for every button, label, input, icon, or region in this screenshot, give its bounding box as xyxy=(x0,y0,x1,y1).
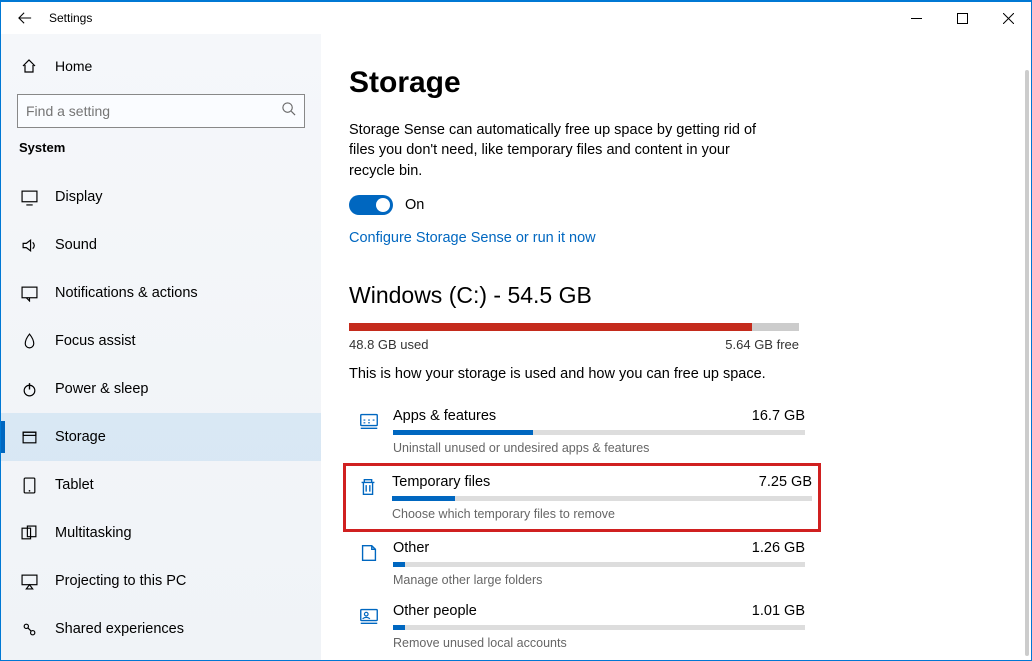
sidebar-item-storage[interactable]: Storage xyxy=(1,413,321,461)
sidebar-item-label: Storage xyxy=(55,429,106,445)
category-bar-fill xyxy=(393,625,405,630)
back-button[interactable] xyxy=(1,2,49,34)
storage-sense-toggle[interactable] xyxy=(349,195,393,215)
home-label: Home xyxy=(55,58,92,74)
category-label: Other people xyxy=(393,603,477,619)
close-icon xyxy=(1003,13,1014,24)
sound-icon xyxy=(19,237,39,254)
category-size: 1.01 GB xyxy=(752,603,805,619)
tablet-icon xyxy=(19,477,39,494)
category-label: Apps & features xyxy=(393,408,496,424)
home-nav[interactable]: Home xyxy=(1,46,321,86)
page-title: Storage xyxy=(349,66,1003,100)
sidebar-item-multitasking[interactable]: Multitasking xyxy=(1,509,321,557)
sidebar-item-projecting[interactable]: Projecting to this PC xyxy=(1,557,321,605)
sidebar-item-label: Sound xyxy=(55,237,97,253)
category-other[interactable]: Other 1.26 GB Manage other large folders xyxy=(349,532,809,595)
category-sub: Remove unused local accounts xyxy=(393,636,805,650)
configure-link[interactable]: Configure Storage Sense or run it now xyxy=(349,230,596,246)
sidebar-item-shared[interactable]: Shared experiences xyxy=(1,605,321,653)
drive-free-label: 5.64 GB free xyxy=(725,337,799,352)
drive-usage-fill xyxy=(349,323,752,331)
minimize-button[interactable] xyxy=(893,2,939,34)
storage-icon xyxy=(19,429,39,446)
maximize-button[interactable] xyxy=(939,2,985,34)
power-icon xyxy=(19,381,39,398)
drive-desc: This is how your storage is used and how… xyxy=(349,366,1003,382)
sidebar-item-label: Shared experiences xyxy=(55,621,184,637)
category-bar-fill xyxy=(392,496,455,501)
category-sub: Uninstall unused or undesired apps & fea… xyxy=(393,441,805,455)
drive-usage-bar xyxy=(349,323,799,331)
titlebar: Settings xyxy=(1,2,1031,34)
sidebar-item-power[interactable]: Power & sleep xyxy=(1,365,321,413)
category-bar-fill xyxy=(393,430,533,435)
people-icon xyxy=(353,605,385,627)
projecting-icon xyxy=(19,573,39,590)
category-bar xyxy=(393,562,805,567)
category-bar xyxy=(393,625,805,630)
sidebar-item-label: Power & sleep xyxy=(55,381,149,397)
shared-icon xyxy=(19,621,39,638)
sidebar-item-display[interactable]: Display xyxy=(1,173,321,221)
category-size: 7.25 GB xyxy=(759,474,812,490)
search-input[interactable] xyxy=(26,103,281,119)
sidebar-item-label: Notifications & actions xyxy=(55,285,198,301)
notifications-icon xyxy=(19,285,39,302)
sidebar-item-label: Tablet xyxy=(55,477,94,493)
category-people[interactable]: Other people 1.01 GB Remove unused local a… xyxy=(349,595,809,658)
search-box[interactable] xyxy=(17,94,305,128)
category-temp[interactable]: Temporary files 7.25 GB Choose which tempo… xyxy=(343,463,821,532)
sidebar-item-label: Focus assist xyxy=(55,333,136,349)
search-icon xyxy=(281,101,296,121)
window-title: Settings xyxy=(49,11,92,25)
temp-icon xyxy=(352,476,384,498)
sidebar-item-tablet[interactable]: Tablet xyxy=(1,461,321,509)
category-apps[interactable]: Apps & features 16.7 GB Uninstall unused o… xyxy=(349,400,809,463)
sidebar-item-sound[interactable]: Sound xyxy=(1,221,321,269)
sidebar-item-label: Display xyxy=(55,189,103,205)
category-sub: Choose which temporary files to remove xyxy=(392,507,812,521)
display-icon xyxy=(19,189,39,206)
scrollbar[interactable] xyxy=(1025,70,1029,656)
maximize-icon xyxy=(957,13,968,24)
category-size: 1.26 GB xyxy=(752,540,805,556)
drive-used-label: 48.8 GB used xyxy=(349,337,429,352)
category-sub: Manage other large folders xyxy=(393,573,805,587)
category-label: Temporary files xyxy=(392,474,490,490)
category-bar xyxy=(392,496,812,501)
multitasking-icon xyxy=(19,525,39,542)
apps-icon xyxy=(353,410,385,432)
sidebar-item-label: Multitasking xyxy=(55,525,132,541)
close-button[interactable] xyxy=(985,2,1031,34)
section-title: System xyxy=(1,140,321,155)
category-label: Other xyxy=(393,540,429,556)
focus-icon xyxy=(19,333,39,350)
minimize-icon xyxy=(911,13,922,24)
category-size: 16.7 GB xyxy=(752,408,805,424)
main-content: Storage Storage Sense can automatically … xyxy=(321,34,1031,660)
home-icon xyxy=(19,58,39,74)
other-icon xyxy=(353,542,385,564)
sidebar-item-label: Projecting to this PC xyxy=(55,573,186,589)
storage-sense-desc: Storage Sense can automatically free up … xyxy=(349,120,779,181)
category-bar-fill xyxy=(393,562,405,567)
sidebar-item-notifications[interactable]: Notifications & actions xyxy=(1,269,321,317)
toggle-label: On xyxy=(405,197,424,213)
category-bar xyxy=(393,430,805,435)
sidebar: Home System Display Sound Notifications & … xyxy=(1,34,321,660)
back-arrow-icon xyxy=(18,11,32,25)
sidebar-item-focus[interactable]: Focus assist xyxy=(1,317,321,365)
drive-title: Windows (C:) - 54.5 GB xyxy=(349,282,1003,309)
